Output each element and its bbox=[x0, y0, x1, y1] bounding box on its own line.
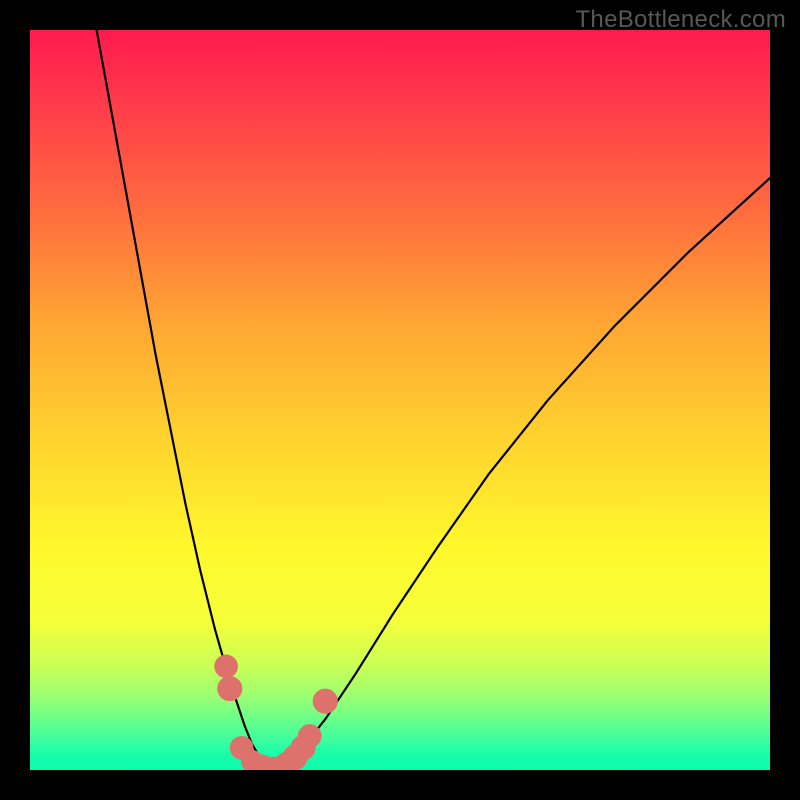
curve-left bbox=[97, 30, 275, 769]
threshold-dot bbox=[217, 676, 242, 701]
threshold-dot bbox=[298, 724, 322, 748]
outer-frame: TheBottleneck.com bbox=[0, 0, 800, 800]
chart-curves bbox=[97, 30, 770, 769]
chart-svg bbox=[30, 30, 770, 770]
threshold-dot bbox=[214, 655, 238, 679]
threshold-dot bbox=[313, 689, 338, 714]
curve-right bbox=[274, 178, 770, 769]
chart-markers bbox=[214, 655, 338, 770]
